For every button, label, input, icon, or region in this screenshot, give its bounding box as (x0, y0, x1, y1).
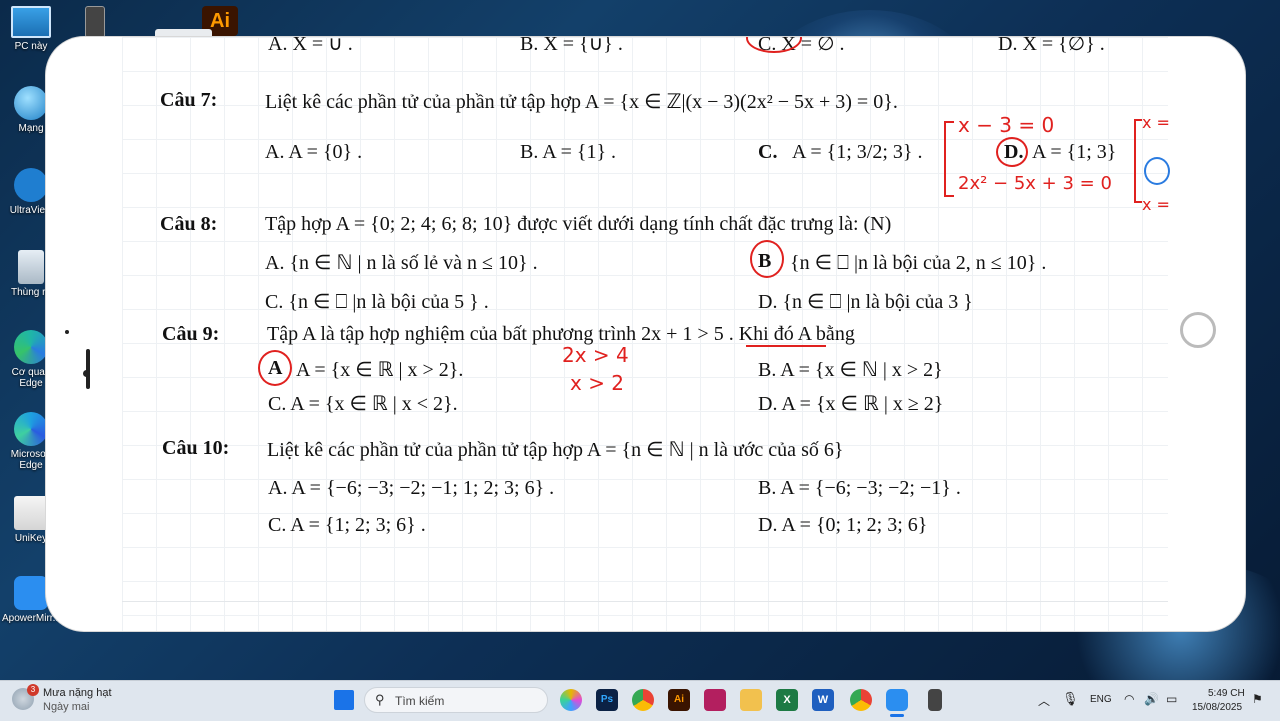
option-a: A. {n ∈ ℕ | n là số lẻ và n ≤ 10} . (265, 252, 538, 274)
option-c: C. A = {1; 2; 3; 6} . (268, 514, 426, 536)
sheet-divider (122, 601, 1168, 602)
option-b: B. A = {1} . (520, 141, 617, 163)
handwritten-bracket (1134, 119, 1142, 203)
question-label: Câu 9: (162, 323, 220, 345)
ultraviewer-icon (14, 168, 48, 202)
option-b: {n ∈ ⎕ |n là bội của 2, n ≤ 10} . (790, 252, 1047, 274)
option-b: B. X = {∪} . (520, 37, 623, 55)
question-label: Câu 7: (160, 89, 218, 111)
option-a: A = {x ∈ ℝ | x > 2}. (296, 359, 464, 381)
option-c: A = {1; 3/2; 3} . (792, 141, 923, 163)
volume-icon[interactable]: 🔊 (1144, 692, 1159, 706)
handwritten-note: x = (1142, 195, 1170, 214)
question-text: Tập hợp A = {0; 2; 4; 6; 8; 10} được viế… (265, 213, 892, 235)
answer-circle (996, 137, 1028, 167)
option-c: C. {n ∈ ⎕ |n là bội của 5 } . (265, 291, 489, 313)
option-d: D. X = {∅} . (998, 37, 1105, 55)
question-label: Câu 8: (160, 213, 218, 235)
question-text: Tập A là tập hợp nghiệm của bất phương t… (267, 323, 855, 345)
answer-circle (750, 240, 784, 278)
taskbar-search[interactable]: ⚲ Tìm kiếm (364, 687, 548, 713)
copilot-icon[interactable] (560, 689, 582, 711)
search-placeholder: Tìm kiếm (395, 694, 445, 708)
desktop-icon-pc[interactable]: PC này (2, 6, 60, 52)
weather-subtitle: Ngày mai (43, 701, 90, 713)
option-a: A. A = {0} . (265, 141, 363, 163)
wifi-icon[interactable]: ◠ (1124, 692, 1134, 706)
answer-circle (258, 350, 292, 386)
unikey-icon (14, 496, 48, 530)
apowermirror-icon[interactable] (886, 689, 908, 711)
edge-icon (14, 412, 48, 446)
chrome-icon[interactable] (632, 689, 654, 711)
excel-icon[interactable]: X (776, 689, 798, 711)
handwritten-circle (1144, 157, 1170, 185)
clock-date[interactable]: 15/08/2025 (1192, 702, 1242, 713)
edge-icon (14, 330, 48, 364)
chevron-up-icon[interactable]: ︿ (1038, 692, 1050, 709)
home-button[interactable] (1180, 312, 1216, 348)
handwritten-note: 2x > 4 (562, 343, 629, 367)
battery-icon[interactable]: ▭ (1166, 692, 1177, 706)
handwritten-note: x − 3 = 0 (958, 113, 1055, 137)
option-d: D. A = {0; 1; 2; 3; 6} (758, 514, 928, 536)
notification-badge: 3 (27, 684, 39, 696)
calculator-icon[interactable] (85, 6, 105, 38)
notification-icon[interactable]: ⚑ (1252, 692, 1263, 706)
chrome-profile-icon[interactable] (850, 689, 872, 711)
network-globe-icon (14, 86, 48, 120)
handwritten-note: x > 2 (570, 371, 625, 395)
desktop-icon-label: ApowerMirr... (2, 613, 61, 624)
photoshop-icon[interactable]: Ps (596, 689, 618, 711)
microphone-icon[interactable]: 🎙 (1062, 691, 1079, 707)
illustrator-icon[interactable]: Ai (668, 689, 690, 711)
option-d: D. {n ∈ ⎕ |n là bội của 3 } (758, 291, 973, 313)
handwritten-underline (746, 345, 826, 347)
question-label: Câu 10: (162, 437, 230, 459)
option-b: B. A = {x ∈ ℕ | x > 2} (758, 359, 943, 381)
language-indicator[interactable]: ENG (1090, 694, 1112, 705)
handwritten-note: 2x² − 5x + 3 = 0 (958, 173, 1112, 194)
option-a: A. X = ∪ . (268, 37, 353, 55)
drag-handle[interactable] (86, 349, 90, 389)
option-c: C. A = {x ∈ ℝ | x < 2}. (268, 393, 458, 415)
option-c-label: C. (758, 141, 778, 163)
active-app-indicator (890, 714, 904, 717)
option-d: D. A = {x ∈ ℝ | x ≥ 2} (758, 393, 944, 415)
side-dot (83, 370, 90, 377)
option-b: B. A = {−6; −3; −2; −1} . (758, 477, 961, 499)
option-a: A. A = {−6; −3; −2; −1; 1; 2; 3; 6} . (268, 477, 555, 499)
app-icon[interactable] (704, 689, 726, 711)
apowermirror-icon (14, 576, 48, 610)
question-text: Liệt kê các phần tử của phần tử tập hợp … (267, 439, 844, 461)
side-dot (65, 330, 69, 334)
word-icon[interactable]: W (812, 689, 834, 711)
search-icon: ⚲ (375, 692, 385, 707)
desktop-icon-label: PC này (14, 41, 48, 52)
handwritten-note: x = (1142, 113, 1170, 132)
monitor-icon (11, 6, 51, 38)
recycle-bin-icon (18, 250, 44, 284)
question-text: Liệt kê các phần tử của phần tử tập hợp … (265, 91, 898, 113)
clock-time[interactable]: 5:49 CH (1208, 688, 1245, 699)
weather-title[interactable]: Mưa nặng hạt (43, 687, 112, 699)
calculator-icon[interactable] (928, 689, 942, 711)
file-explorer-icon[interactable] (740, 689, 762, 711)
tablet-mirror-screen[interactable]: A. X = ∪ . B. X = {∪} . C. X = ∅ . D. X … (46, 37, 1245, 631)
option-d: A = {1; 3} (1032, 141, 1117, 163)
start-windows-icon[interactable] (334, 690, 354, 710)
handwritten-bracket (944, 121, 954, 197)
